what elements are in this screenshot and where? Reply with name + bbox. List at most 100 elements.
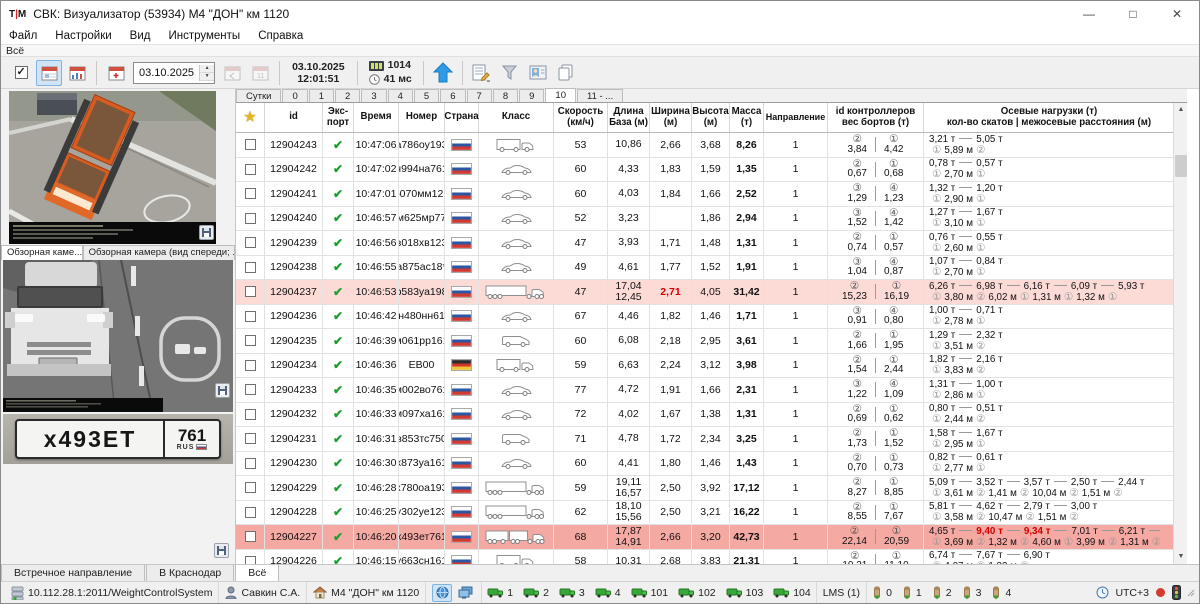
- hour-tab[interactable]: 11 - ...: [577, 89, 623, 102]
- menu-item[interactable]: Настройки: [55, 30, 111, 42]
- maximize-button[interactable]: □: [1111, 1, 1155, 27]
- hour-tab[interactable]: 2: [335, 89, 360, 102]
- row-select-cell[interactable]: [236, 207, 265, 231]
- hour-tab[interactable]: 8: [493, 89, 518, 102]
- direction-tab[interactable]: В Краснодар: [146, 565, 234, 582]
- row-checkbox[interactable]: [245, 531, 256, 542]
- table-row[interactable]: 12904229✔10:46:28х780оа1935919,1116,572,…: [236, 476, 1173, 501]
- today-button[interactable]: 11: [247, 60, 273, 86]
- table-row[interactable]: 12904238✔10:46:55а875ас18*494,611,771,52…: [236, 256, 1173, 281]
- hour-tab[interactable]: 0: [282, 89, 307, 102]
- day-view-button[interactable]: [36, 60, 62, 86]
- direction-tab[interactable]: Встречное направление: [1, 565, 145, 582]
- menu-item[interactable]: Инструменты: [168, 30, 240, 42]
- row-select-cell[interactable]: [236, 525, 265, 549]
- table-row[interactable]: 12904237✔10:46:53р583уа1984717,0412,452,…: [236, 280, 1173, 305]
- table-row[interactable]: 12904226✔10:46:15у663сн1615810,312,683,8…: [236, 550, 1173, 565]
- row-checkbox[interactable]: [245, 139, 256, 150]
- table-row[interactable]: 12904232✔10:46:33м097ха161724,021,671,38…: [236, 403, 1173, 428]
- row-checkbox[interactable]: [245, 164, 256, 175]
- row-checkbox[interactable]: [245, 188, 256, 199]
- table-row[interactable]: 12904239✔10:46:56в018хв123473,931,711,48…: [236, 231, 1173, 256]
- row-checkbox[interactable]: [245, 213, 256, 224]
- row-select-cell[interactable]: [236, 452, 265, 476]
- menu-item[interactable]: Вид: [130, 30, 151, 42]
- row-select-cell[interactable]: [236, 403, 265, 427]
- row-checkbox[interactable]: [245, 556, 256, 564]
- row-checkbox[interactable]: [245, 360, 256, 371]
- table-row[interactable]: 12904227✔10:46:20х493ет7616817,8714,912,…: [236, 525, 1173, 550]
- scroll-to-new-button[interactable]: [430, 60, 456, 86]
- photo-card-button[interactable]: [525, 60, 551, 86]
- row-checkbox[interactable]: [245, 311, 256, 322]
- hour-tab[interactable]: 9: [519, 89, 544, 102]
- hour-tab[interactable]: 3: [361, 89, 386, 102]
- row-select-cell[interactable]: [236, 231, 265, 255]
- row-select-cell[interactable]: [236, 133, 265, 157]
- table-row[interactable]: 12904241✔10:47:01о070мм126604,031,841,66…: [236, 182, 1173, 207]
- row-select-cell[interactable]: [236, 329, 265, 353]
- date-input[interactable]: 03.10.2025 ▲▼: [133, 62, 215, 84]
- filter-button[interactable]: [497, 60, 523, 86]
- hour-tab[interactable]: 4: [388, 89, 413, 102]
- hour-tab[interactable]: 6: [440, 89, 465, 102]
- row-select-cell[interactable]: [236, 550, 265, 565]
- table-row[interactable]: 12904230✔10:46:30х873уа161604,411,801,46…: [236, 452, 1173, 477]
- row-checkbox[interactable]: [245, 286, 256, 297]
- table-row[interactable]: 12904240✔10:46:57м625мр77523,231,862,941…: [236, 207, 1173, 232]
- row-checkbox[interactable]: [245, 335, 256, 346]
- row-checkbox[interactable]: [245, 507, 256, 518]
- row-select-cell[interactable]: [236, 158, 265, 182]
- row-select-cell[interactable]: [236, 427, 265, 451]
- row-checkbox[interactable]: [245, 384, 256, 395]
- filter-preset-bar[interactable]: Всё: [1, 44, 1199, 56]
- period-view-button[interactable]: [64, 60, 90, 86]
- row-checkbox[interactable]: [245, 458, 256, 469]
- front-camera-image[interactable]: [3, 260, 233, 412]
- hour-tab[interactable]: 1: [309, 89, 334, 102]
- row-checkbox[interactable]: [245, 237, 256, 248]
- row-select-cell[interactable]: [236, 305, 265, 329]
- table-row[interactable]: 12904242✔10:47:02н994на761604,331,831,59…: [236, 158, 1173, 183]
- row-select-cell[interactable]: [236, 182, 265, 206]
- hour-tab[interactable]: 5: [414, 89, 439, 102]
- table-row[interactable]: 12904234✔10:46:36EB00596,632,243,123,981…: [236, 354, 1173, 379]
- camera-tab[interactable]: Обзорная камера (вид спереди; ...: [83, 245, 235, 260]
- table-row[interactable]: 12904228✔10:46:25у302уе1236218,1015,562,…: [236, 501, 1173, 526]
- row-select-cell[interactable]: [236, 501, 265, 525]
- row-checkbox[interactable]: [245, 482, 256, 493]
- overview-camera-image[interactable]: [9, 91, 216, 244]
- camera-tab[interactable]: Обзорная каме...: [1, 245, 83, 260]
- close-button[interactable]: ✕: [1155, 1, 1199, 27]
- select-all-checkbox[interactable]: [8, 60, 34, 86]
- table-row[interactable]: 12904236✔10:46:42н480нн61674,461,821,461…: [236, 305, 1173, 330]
- table-scrollbar[interactable]: ▲ ▼: [1173, 103, 1187, 564]
- table-row[interactable]: 12904233✔10:46:35м002во761774,721,911,66…: [236, 378, 1173, 403]
- prev-date-button[interactable]: [219, 60, 245, 86]
- date-add-button[interactable]: [103, 60, 129, 86]
- save-image-button[interactable]: [199, 225, 214, 240]
- monitors-button[interactable]: [455, 584, 475, 602]
- row-select-cell[interactable]: [236, 280, 265, 304]
- row-checkbox[interactable]: [245, 409, 256, 420]
- row-checkbox[interactable]: [245, 433, 256, 444]
- row-select-cell[interactable]: [236, 354, 265, 378]
- hour-tab[interactable]: 7: [467, 89, 492, 102]
- save-image-button[interactable]: [215, 383, 230, 398]
- row-select-cell[interactable]: [236, 378, 265, 402]
- report-button[interactable]: [469, 60, 495, 86]
- row-select-cell[interactable]: [236, 256, 265, 280]
- copy-button[interactable]: [553, 60, 579, 86]
- table-row[interactable]: 12904231✔10:46:31в853тс750714,781,722,34…: [236, 427, 1173, 452]
- map-toggle-button[interactable]: [432, 584, 452, 602]
- minimize-button[interactable]: —: [1067, 1, 1111, 27]
- save-plate-button[interactable]: [214, 543, 229, 558]
- direction-tab[interactable]: Всё: [235, 565, 279, 582]
- hour-tab[interactable]: 10: [545, 88, 576, 102]
- row-select-cell[interactable]: [236, 476, 265, 500]
- date-spinner[interactable]: ▲▼: [199, 65, 214, 81]
- hour-tab[interactable]: Сутки: [236, 89, 281, 102]
- menu-item[interactable]: Справка: [258, 30, 303, 42]
- table-row[interactable]: 12904235✔10:46:39м061рр161606,082,182,95…: [236, 329, 1173, 354]
- table-row[interactable]: 12904243✔10:47:06а786оу1935310,862,663,6…: [236, 133, 1173, 158]
